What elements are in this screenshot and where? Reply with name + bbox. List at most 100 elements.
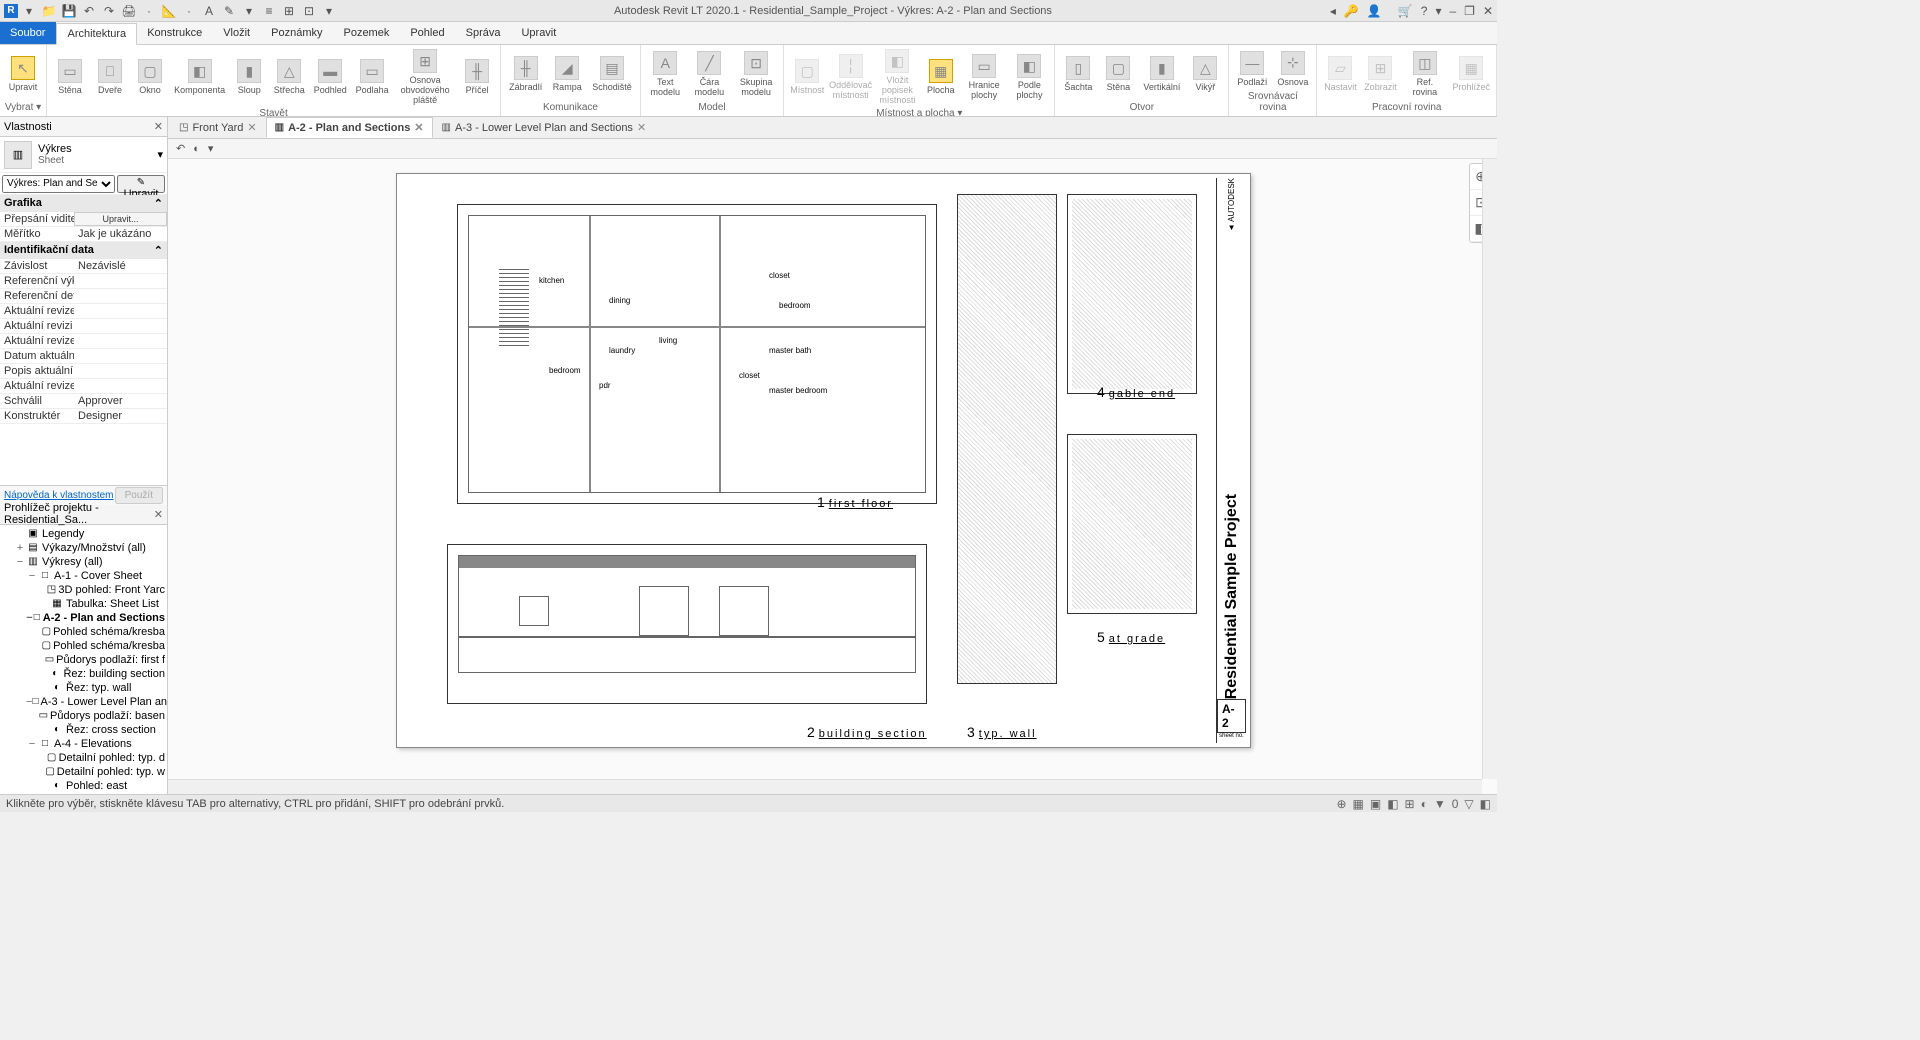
qat-button[interactable]: ≡ (262, 4, 276, 18)
status-button[interactable]: ▣ (1370, 797, 1381, 811)
tree-node[interactable]: −▥Výkresy (all) (2, 555, 165, 569)
ribbon-button[interactable]: △Vikýř (1186, 54, 1224, 94)
property-row[interactable]: Aktuální revize (0, 379, 167, 394)
property-row[interactable]: Datum aktuální... (0, 349, 167, 364)
property-value[interactable] (74, 379, 167, 393)
expand-icon[interactable]: + (14, 542, 26, 554)
document-tab[interactable]: ▥A-3 - Lower Level Plan and Sections✕ (433, 117, 656, 138)
tree-node[interactable]: −□A-4 - Elevations (2, 737, 165, 751)
ribbon-button[interactable]: ▢Okno (131, 57, 169, 97)
ribbon-button[interactable]: ▤Schodiště (588, 54, 636, 94)
view-building-section[interactable] (447, 544, 927, 704)
status-button[interactable]: ◧ (1480, 797, 1491, 811)
tree-node[interactable]: +▤Výkazy/Množství (all) (2, 541, 165, 555)
ribbon-button[interactable]: ▭Podlaha (352, 57, 392, 97)
property-row[interactable]: Přepsání viditel...Upravit... (0, 212, 167, 227)
status-button[interactable]: 0 (1452, 797, 1459, 811)
close-icon[interactable]: ✕ (414, 121, 423, 134)
tree-node[interactable]: −□A-3 - Lower Level Plan and Se (2, 695, 165, 709)
qat-button[interactable]: ▾ (22, 4, 36, 18)
property-row[interactable]: Aktuální revize (0, 334, 167, 349)
status-button[interactable]: ⊞ (1405, 797, 1415, 811)
edit-type-button[interactable]: ✎ Upravit typ (117, 175, 165, 193)
tree-node[interactable]: ◐Řez: cross section (2, 723, 165, 737)
tree-node[interactable]: ▢Detailní pohled: typ. w (2, 765, 165, 779)
ribbon-button[interactable]: ╫Příčel (458, 57, 496, 97)
ribbon-button[interactable]: ▮Sloup (230, 57, 268, 97)
tree-node[interactable]: ◳3D pohled: Front Yarc (2, 583, 165, 597)
ribbon-button[interactable]: ◢Rampa (548, 54, 586, 94)
ribbon-button[interactable]: ▦Plocha (922, 57, 960, 97)
scrollbar-vertical[interactable] (1482, 159, 1497, 779)
property-value[interactable] (74, 319, 167, 333)
close-icon[interactable]: ✕ (637, 121, 646, 134)
view-gable-end[interactable] (1067, 194, 1197, 394)
ribbon-tab[interactable]: Architektura (56, 23, 137, 45)
ribbon-tab[interactable]: Konstrukce (137, 22, 213, 44)
property-value[interactable] (74, 334, 167, 348)
ribbon-button[interactable]: ⎕Dveře (91, 57, 129, 97)
ribbon-button[interactable]: ⊞Osnova obvodového pláště (394, 47, 456, 107)
qat-button[interactable]: A (202, 4, 216, 18)
titlebar-button[interactable]: ? (1421, 4, 1428, 18)
ribbon-button[interactable]: ⊹Osnova (1273, 49, 1312, 89)
status-button[interactable]: ▼ (1434, 797, 1446, 811)
expand-icon[interactable]: − (26, 612, 33, 624)
ribbon-button[interactable]: ╫Zábradlí (505, 54, 546, 94)
tree-node[interactable]: ◐Pohled: east (2, 779, 165, 793)
tree-node[interactable]: ▦Tabulka: Sheet List (2, 597, 165, 611)
drawing-canvas[interactable]: kitchen dining living bedroom laundry pd… (168, 159, 1497, 794)
tree-node[interactable]: ◐Pohled: north (2, 793, 165, 795)
document-tab[interactable]: ▥A-2 - Plan and Sections✕ (266, 117, 433, 138)
qat-button[interactable]: ↷ (102, 4, 116, 18)
property-value[interactable] (74, 274, 167, 288)
ribbon-button[interactable]: △Střecha (270, 57, 308, 97)
property-value[interactable] (74, 364, 167, 378)
property-value[interactable]: Nezávislé (74, 259, 167, 273)
qat-button[interactable]: ↶ (82, 4, 96, 18)
property-row[interactable]: Referenční detail (0, 289, 167, 304)
tree-node[interactable]: ▣Legendy (2, 527, 165, 541)
view-title[interactable]: 1first floor (817, 494, 893, 510)
property-row[interactable]: ZávislostNezávislé (0, 259, 167, 274)
status-button[interactable]: ◐ (1421, 797, 1428, 811)
status-button[interactable]: ▽ (1464, 797, 1473, 811)
ribbon-tab[interactable]: Pohled (400, 22, 455, 44)
status-button[interactable]: ▦ (1353, 797, 1364, 811)
titlebar-button[interactable]: ✕ (1483, 4, 1493, 18)
qat-button[interactable]: ▾ (242, 4, 256, 18)
ribbon-button[interactable]: ⊡Skupina modelu (733, 49, 779, 99)
close-icon[interactable]: ✕ (247, 121, 256, 134)
ribbon-button[interactable]: ▭Hranice plochy (962, 52, 1007, 102)
close-icon[interactable]: ✕ (154, 508, 163, 521)
qat-button[interactable]: 💾 (62, 4, 76, 18)
file-tab[interactable]: Soubor (0, 22, 56, 44)
titlebar-button[interactable]: ❐ (1464, 4, 1475, 18)
optbar-button[interactable]: ▾ (208, 142, 214, 155)
ribbon-button[interactable]: ▮Vertikální (1139, 54, 1184, 94)
property-group-header[interactable]: Grafika⌃ (0, 195, 167, 212)
property-value[interactable]: Upravit... (74, 212, 167, 226)
tree-node[interactable]: −□A-2 - Plan and Sections (2, 611, 165, 625)
titlebar-button[interactable]: 👤 (1367, 4, 1382, 18)
apply-button[interactable]: Použít (115, 487, 163, 504)
property-group-header[interactable]: Identifikační data⌃ (0, 242, 167, 259)
instance-select[interactable]: Výkres: Plan and Se (2, 175, 115, 193)
tree-node[interactable]: ▭Půdorys podlaží: basen (2, 709, 165, 723)
expand-icon[interactable]: − (26, 570, 38, 582)
tree-node[interactable]: ▢Pohled schéma/kresba (2, 639, 165, 653)
ribbon-tab[interactable]: Vložit (213, 22, 261, 44)
properties-help-link[interactable]: Nápověda k vlastnostem (4, 490, 114, 501)
tree-node[interactable]: −□A-1 - Cover Sheet (2, 569, 165, 583)
tree-node[interactable]: ◐Řez: building section (2, 667, 165, 681)
view-first-floor[interactable]: kitchen dining living bedroom laundry pd… (457, 204, 937, 504)
qat-button[interactable]: ✎ (222, 4, 236, 18)
optbar-button[interactable]: ◐ (193, 143, 200, 155)
titlebar-button[interactable]: ◂ (1330, 4, 1336, 18)
property-value[interactable] (74, 349, 167, 363)
ribbon-button[interactable]: ╱Čára modelu (688, 49, 731, 99)
ribbon-button[interactable]: AText modelu (645, 49, 686, 99)
optbar-button[interactable]: ↶ (176, 142, 185, 155)
property-row[interactable]: Popis aktuální r... (0, 364, 167, 379)
view-title[interactable]: 3typ. wall (967, 724, 1037, 740)
